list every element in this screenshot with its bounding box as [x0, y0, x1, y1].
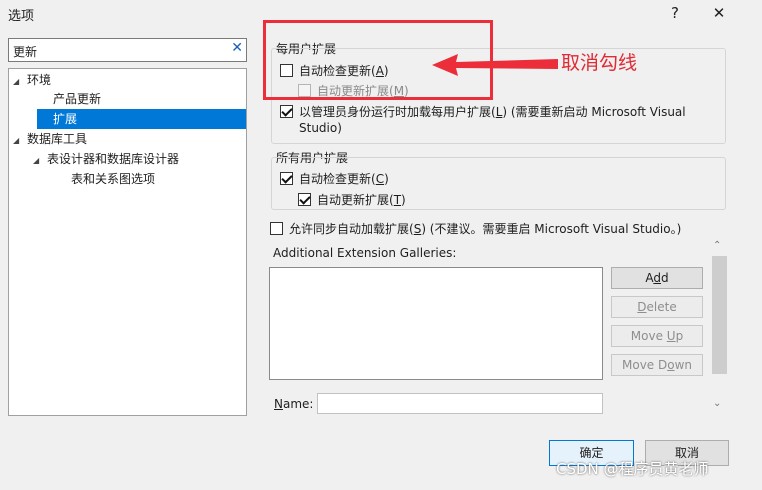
tree-item-diagram-options[interactable]: 表和关系图选项: [71, 169, 155, 189]
close-button[interactable]: ✕: [708, 2, 730, 24]
clear-search-icon[interactable]: ✕: [231, 40, 243, 56]
all-users-auto-update-checkbox[interactable]: [298, 193, 311, 206]
name-input[interactable]: [317, 393, 603, 414]
all-users-auto-check-checkbox[interactable]: [280, 172, 293, 185]
name-label: Name:: [274, 397, 314, 411]
tree-item-table-designer[interactable]: ◢ 表设计器和数据库设计器: [33, 149, 179, 169]
tree-item-environment[interactable]: ◢ 环境: [13, 70, 246, 90]
all-users-auto-update[interactable]: 自动更新扩展(T): [298, 191, 406, 208]
watermark: CSDN @程序员黄老师: [556, 460, 709, 478]
tree-item-extensions[interactable]: 扩展: [37, 109, 246, 129]
all-users-auto-check[interactable]: 自动检查更新(C): [280, 170, 389, 187]
search-value: 更新: [13, 45, 38, 59]
expand-arrow-icon[interactable]: ◢: [33, 151, 47, 171]
galleries-list[interactable]: [269, 267, 603, 380]
help-button[interactable]: ?: [664, 2, 686, 24]
sync-autoload-checkbox[interactable]: [270, 222, 283, 235]
scroll-up-icon[interactable]: ⌃: [713, 240, 721, 251]
per-user-admin-load[interactable]: 以管理员身份运行时加载每用户扩展(L) (需要重新启动 Microsoft Vi…: [280, 103, 686, 120]
scroll-down-icon[interactable]: ⌄: [713, 398, 721, 409]
annotation-text: 取消勾线: [561, 52, 638, 74]
window-title: 选项: [8, 9, 35, 24]
tree-item-product-updates[interactable]: 产品更新: [53, 89, 101, 109]
annotation-arrow-icon: [432, 54, 558, 76]
search-input[interactable]: 更新 ✕: [8, 38, 247, 62]
per-user-admin-load-line2: Studio): [299, 121, 342, 135]
galleries-label: Additional Extension Galleries:: [273, 246, 457, 260]
sync-autoload[interactable]: 允许同步自动加载扩展(S) (不建议。需要重启 Microsoft Visual…: [270, 220, 681, 237]
expand-arrow-icon[interactable]: ◢: [13, 131, 27, 151]
scrollbar-thumb[interactable]: [712, 256, 727, 374]
move-up-button[interactable]: Move Up: [611, 325, 703, 347]
options-tree[interactable]: ◢ 环境 产品更新 扩展 ◢ 数据库工具 ◢ 表设计器和数据库设计器 表和关系图选项: [8, 68, 247, 416]
delete-button[interactable]: Delete: [611, 296, 703, 318]
move-down-button[interactable]: Move Down: [611, 354, 703, 376]
per-user-admin-load-checkbox[interactable]: [280, 105, 293, 118]
add-button[interactable]: Add: [611, 267, 703, 289]
expand-arrow-icon[interactable]: ◢: [13, 72, 27, 92]
tree-item-database-tools[interactable]: ◢ 数据库工具: [13, 129, 87, 149]
